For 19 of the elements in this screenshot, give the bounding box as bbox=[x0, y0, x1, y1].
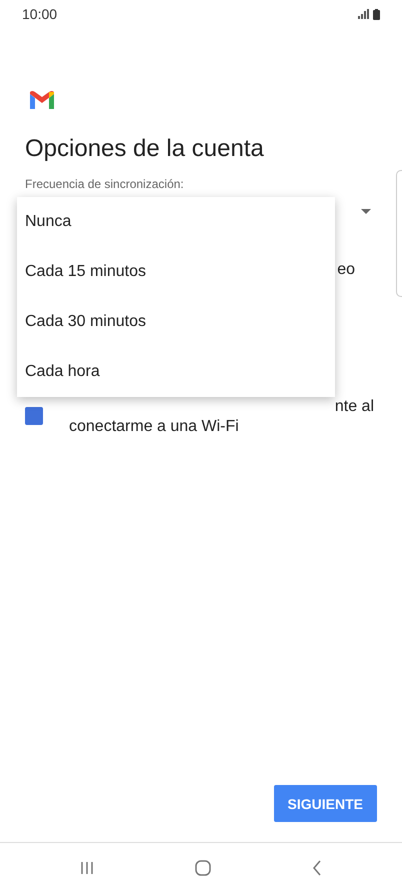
field-label: Frecuencia de sincronización: bbox=[25, 177, 185, 191]
menu-item[interactable]: Cada 30 minutos bbox=[17, 297, 335, 347]
next-button[interactable]: SIGUIENTE bbox=[274, 785, 377, 822]
page-title: Opciones de la cuenta bbox=[25, 135, 265, 163]
recent-apps-icon[interactable] bbox=[80, 861, 94, 875]
option-text: conectarme a una Wi-Fi bbox=[69, 417, 239, 437]
menu-item[interactable]: Nunca bbox=[17, 197, 335, 247]
menu-item[interactable]: Cada 15 minutos bbox=[17, 247, 335, 297]
option-text: eo bbox=[337, 260, 355, 280]
dropdown-arrow-icon[interactable] bbox=[361, 208, 371, 214]
checkbox[interactable] bbox=[25, 407, 43, 425]
signal-icon bbox=[358, 9, 370, 19]
home-icon[interactable] bbox=[194, 860, 211, 876]
back-icon[interactable] bbox=[312, 860, 322, 876]
menu-item[interactable]: Cada hora bbox=[17, 347, 335, 397]
status-time: 10:00 bbox=[22, 6, 58, 22]
battery-icon bbox=[373, 8, 380, 20]
mail-logo-icon bbox=[30, 91, 54, 109]
option-text: nte al bbox=[334, 397, 374, 417]
